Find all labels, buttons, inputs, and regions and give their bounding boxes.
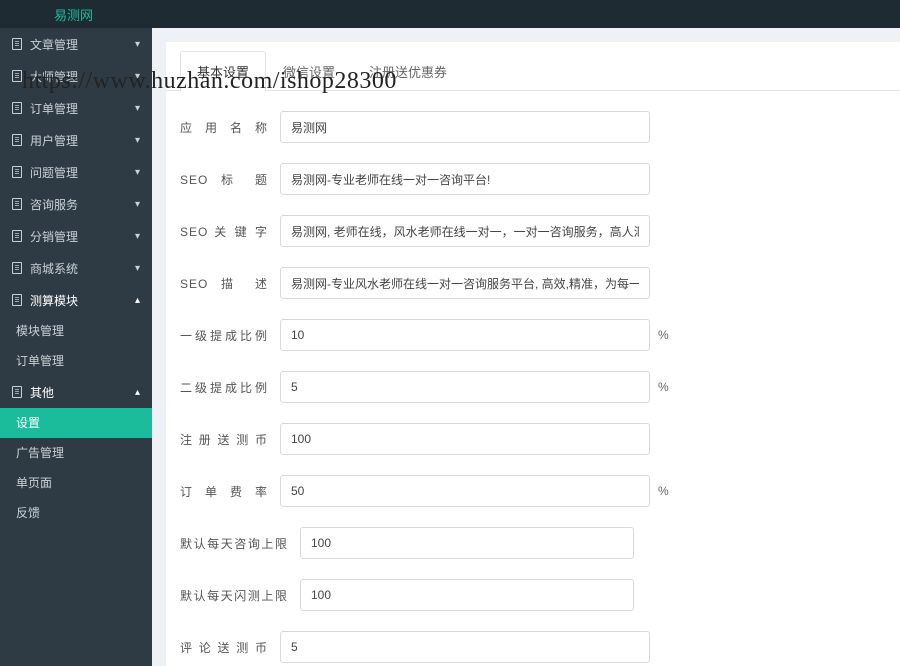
input-comment-coin[interactable]	[280, 631, 650, 663]
topbar: 易测网	[0, 0, 900, 28]
input-level1-rate[interactable]	[280, 319, 650, 351]
document-icon	[12, 102, 22, 114]
sub-ads[interactable]: 广告管理	[0, 438, 152, 468]
nav-user[interactable]: 用户管理▾	[0, 124, 152, 156]
nav-mall[interactable]: 商城系统▾	[0, 252, 152, 284]
label-level1-rate: 一级提成比例	[180, 327, 268, 344]
input-seo-title[interactable]	[280, 163, 650, 195]
nav-master[interactable]: 大师管理▾	[0, 60, 152, 92]
chevron-down-icon: ▾	[135, 167, 140, 178]
label-order-fee: 订 单 费 率	[180, 483, 268, 500]
nav-consult[interactable]: 咨询服务▾	[0, 188, 152, 220]
brand-name: 易测网	[54, 5, 93, 24]
nav-question[interactable]: 问题管理▾	[0, 156, 152, 188]
input-daily-flash[interactable]	[300, 579, 634, 611]
nav-calc[interactable]: 测算模块▴	[0, 284, 152, 316]
sub-order-manage[interactable]: 订单管理	[0, 346, 152, 376]
document-icon	[12, 230, 22, 242]
label-reg-coin: 注册送测币	[180, 431, 268, 448]
input-reg-coin[interactable]	[280, 423, 650, 455]
tab-wechat[interactable]: 微信设置	[266, 51, 352, 91]
document-icon	[12, 262, 22, 274]
chevron-down-icon: ▾	[135, 71, 140, 82]
input-seo-keywords[interactable]	[280, 215, 650, 247]
nav-order[interactable]: 订单管理▾	[0, 92, 152, 124]
input-seo-desc[interactable]	[280, 267, 650, 299]
label-seo-desc: SEO 描 述	[180, 275, 268, 292]
label-seo-keywords: SEO 关 键 字	[180, 223, 268, 240]
chevron-up-icon: ▴	[135, 387, 140, 398]
suffix-percent: %	[658, 380, 669, 394]
nav-other[interactable]: 其他▴	[0, 376, 152, 408]
tab-coupon[interactable]: 注册送优惠券	[352, 51, 464, 91]
document-icon	[12, 386, 22, 398]
tabs: 基本设置 微信设置 注册送优惠券	[166, 50, 900, 91]
chevron-down-icon: ▾	[135, 135, 140, 146]
sub-settings[interactable]: 设置	[0, 408, 152, 438]
tab-basic[interactable]: 基本设置	[180, 51, 266, 91]
sub-module-manage[interactable]: 模块管理	[0, 316, 152, 346]
nav-distribution[interactable]: 分销管理▾	[0, 220, 152, 252]
label-seo-title: SEO 标 题	[180, 171, 268, 188]
chevron-down-icon: ▾	[135, 39, 140, 50]
chevron-down-icon: ▾	[135, 263, 140, 274]
label-app-name: 应用名称	[180, 119, 268, 136]
input-daily-consult[interactable]	[300, 527, 634, 559]
input-level2-rate[interactable]	[280, 371, 650, 403]
chevron-down-icon: ▾	[135, 199, 140, 210]
chevron-down-icon: ▾	[135, 103, 140, 114]
label-daily-flash: 默认每天闪测上限	[180, 587, 288, 604]
chevron-down-icon: ▾	[135, 231, 140, 242]
sub-pages[interactable]: 单页面	[0, 468, 152, 498]
document-icon	[12, 70, 22, 82]
main-panel: 基本设置 微信设置 注册送优惠券 应用名称 SEO 标 题 SEO 关 键 字 …	[166, 42, 900, 666]
chevron-up-icon: ▴	[135, 295, 140, 306]
document-icon	[12, 134, 22, 146]
suffix-percent: %	[658, 484, 669, 498]
document-icon	[12, 294, 22, 306]
input-order-fee[interactable]	[280, 475, 650, 507]
input-app-name[interactable]	[280, 111, 650, 143]
label-daily-consult: 默认每天咨询上限	[180, 535, 288, 552]
label-level2-rate: 二级提成比例	[180, 379, 268, 396]
sub-feedback[interactable]: 反馈	[0, 498, 152, 528]
nav-article[interactable]: 文章管理▾	[0, 28, 152, 60]
document-icon	[12, 198, 22, 210]
sidebar: 文章管理▾ 大师管理▾ 订单管理▾ 用户管理▾ 问题管理▾ 咨询服务▾ 分销管理…	[0, 28, 152, 666]
document-icon	[12, 166, 22, 178]
settings-form: 应用名称 SEO 标 题 SEO 关 键 字 SEO 描 述 一级提成比例% 二…	[166, 91, 900, 666]
suffix-percent: %	[658, 328, 669, 342]
label-comment-coin: 评论送测币	[180, 639, 268, 656]
document-icon	[12, 38, 22, 50]
